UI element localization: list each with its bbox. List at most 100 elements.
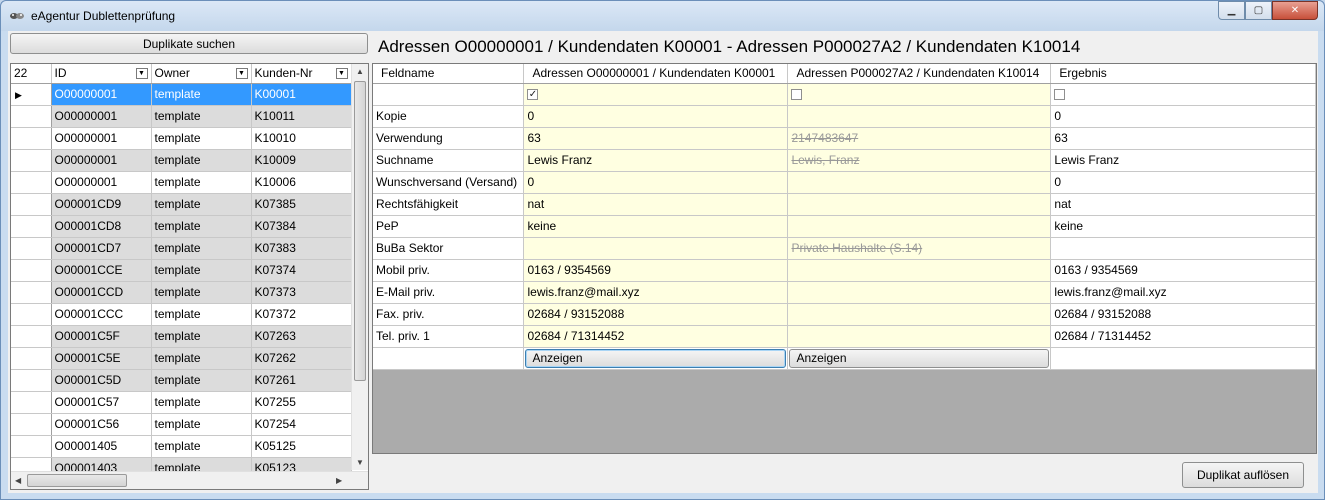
- scroll-up-icon[interactable]: ▲: [356, 67, 364, 76]
- column-header-owner[interactable]: Owner ▼: [151, 64, 252, 84]
- show-source-a-button[interactable]: Anzeigen: [525, 348, 787, 368]
- result-cell[interactable]: 02684 / 71314452: [1050, 325, 1316, 348]
- row-header[interactable]: [11, 347, 52, 370]
- table-row[interactable]: O00000001 template K10006: [11, 171, 352, 194]
- source-b-cell[interactable]: 2147483647: [787, 127, 1052, 150]
- row-header[interactable]: [11, 193, 52, 216]
- row-header[interactable]: [11, 105, 52, 128]
- table-cell[interactable]: template: [151, 237, 252, 260]
- field-name-cell[interactable]: Wunschversand (Versand): [373, 171, 525, 194]
- row-header[interactable]: [11, 325, 52, 348]
- table-cell[interactable]: template: [151, 413, 252, 436]
- row-header[interactable]: [11, 303, 52, 326]
- table-cell[interactable]: O00001CD9: [51, 193, 152, 216]
- table-cell[interactable]: O00000001: [51, 105, 152, 128]
- table-row[interactable]: O00001C57 template K07255: [11, 391, 352, 414]
- table-cell[interactable]: template: [151, 303, 252, 326]
- result-cell[interactable]: 02684 / 93152088: [1050, 303, 1316, 326]
- row-header[interactable]: [11, 369, 52, 392]
- table-row[interactable]: O00001CD9 template K07385: [11, 193, 352, 216]
- table-cell[interactable]: O00001C57: [51, 391, 152, 414]
- source-b-cell[interactable]: [787, 259, 1052, 282]
- table-cell[interactable]: O00000001: [51, 83, 152, 106]
- filter-dropdown-icon[interactable]: ▼: [235, 68, 248, 79]
- field-name-cell[interactable]: Tel. priv. 1: [373, 325, 525, 348]
- table-cell[interactable]: template: [151, 83, 252, 106]
- table-cell[interactable]: O00001C56: [51, 413, 152, 436]
- table-cell[interactable]: template: [151, 127, 252, 150]
- table-row[interactable]: O00001C56 template K07254: [11, 413, 352, 436]
- source-a-cell[interactable]: keine: [523, 215, 789, 238]
- source-a-cell[interactable]: 63: [523, 127, 789, 150]
- table-cell[interactable]: O00001CCE: [51, 259, 152, 282]
- field-name-cell[interactable]: E-Mail priv.: [373, 281, 525, 304]
- table-row[interactable]: O00000001 template K10010: [11, 127, 352, 150]
- table-cell[interactable]: template: [151, 171, 252, 194]
- row-header[interactable]: [11, 413, 52, 436]
- row-header[interactable]: [11, 171, 52, 194]
- table-cell[interactable]: template: [151, 369, 252, 392]
- source-a-cell[interactable]: nat: [523, 193, 789, 216]
- table-row[interactable]: O00001CCE template K07374: [11, 259, 352, 282]
- column-header-id[interactable]: ID ▼: [51, 64, 152, 84]
- result-cell[interactable]: 0163 / 9354569: [1050, 259, 1316, 282]
- result-cell[interactable]: keine: [1050, 215, 1316, 238]
- source-a-cell[interactable]: Lewis Franz: [523, 149, 789, 172]
- table-cell[interactable]: O00001CD7: [51, 237, 152, 260]
- table-row[interactable]: O00001CD7 template K07383: [11, 237, 352, 260]
- table-cell[interactable]: K07384: [251, 215, 352, 238]
- table-cell[interactable]: K05125: [251, 435, 352, 458]
- source-a-cell[interactable]: 02684 / 71314452: [523, 325, 789, 348]
- table-cell[interactable]: template: [151, 259, 252, 282]
- field-name-cell[interactable]: Suchname: [373, 149, 525, 172]
- table-cell[interactable]: template: [151, 435, 252, 458]
- table-cell[interactable]: K07262: [251, 347, 352, 370]
- table-cell[interactable]: O00001405: [51, 435, 152, 458]
- table-cell[interactable]: template: [151, 149, 252, 172]
- source-a-cell[interactable]: lewis.franz@mail.xyz: [523, 281, 789, 304]
- filter-dropdown-icon[interactable]: ▼: [335, 68, 348, 79]
- result-cell[interactable]: 0: [1050, 171, 1316, 194]
- resolve-duplicate-button[interactable]: Duplikat auflösen: [1182, 462, 1304, 488]
- table-cell[interactable]: K10009: [251, 149, 352, 172]
- table-row[interactable]: O00001405 template K05125: [11, 435, 352, 458]
- source-a-cell[interactable]: 02684 / 93152088: [523, 303, 789, 326]
- source-b-cell[interactable]: [787, 281, 1052, 304]
- scroll-right-icon[interactable]: ▶: [336, 476, 342, 485]
- search-duplicates-button[interactable]: Duplikate suchen: [10, 33, 368, 54]
- comparison-grid[interactable]: Feldname Adressen O00000001 / Kundendate…: [372, 63, 1317, 454]
- result-cell[interactable]: lewis.franz@mail.xyz: [1050, 281, 1316, 304]
- table-cell[interactable]: K10010: [251, 127, 352, 150]
- table-cell[interactable]: O00001CCD: [51, 281, 152, 304]
- table-cell[interactable]: O00000001: [51, 171, 152, 194]
- table-cell[interactable]: K07372: [251, 303, 352, 326]
- table-row[interactable]: O00000001 template K10009: [11, 149, 352, 172]
- table-cell[interactable]: template: [151, 347, 252, 370]
- minimize-button[interactable]: ▁: [1218, 1, 1245, 20]
- field-name-cell[interactable]: Kopie: [373, 105, 525, 128]
- table-cell[interactable]: K07261: [251, 369, 352, 392]
- table-cell[interactable]: template: [151, 215, 252, 238]
- table-cell[interactable]: K00001: [251, 83, 352, 106]
- table-cell[interactable]: K07373: [251, 281, 352, 304]
- table-row[interactable]: O00001C5F template K07263: [11, 325, 352, 348]
- table-cell[interactable]: template: [151, 281, 252, 304]
- table-cell[interactable]: K10006: [251, 171, 352, 194]
- source-b-cell[interactable]: [787, 215, 1052, 238]
- row-header[interactable]: [11, 149, 52, 172]
- table-row[interactable]: O00001CCD template K07373: [11, 281, 352, 304]
- filter-dropdown-icon[interactable]: ▼: [135, 68, 148, 79]
- table-cell[interactable]: K07255: [251, 391, 352, 414]
- horizontal-scrollbar[interactable]: ◀ ▶: [11, 471, 368, 489]
- source-b-cell[interactable]: [787, 325, 1052, 348]
- table-cell[interactable]: template: [151, 325, 252, 348]
- table-cell[interactable]: O00001C5E: [51, 347, 152, 370]
- select-result-checkbox[interactable]: [1054, 89, 1066, 101]
- source-a-cell[interactable]: 0: [523, 171, 789, 194]
- scroll-left-icon[interactable]: ◀: [15, 476, 21, 485]
- table-row[interactable]: O00001C5D template K07261: [11, 369, 352, 392]
- row-header[interactable]: [11, 281, 52, 304]
- field-name-cell[interactable]: BuBa Sektor: [373, 237, 525, 260]
- row-header[interactable]: [11, 127, 52, 150]
- table-cell[interactable]: O00001CCC: [51, 303, 152, 326]
